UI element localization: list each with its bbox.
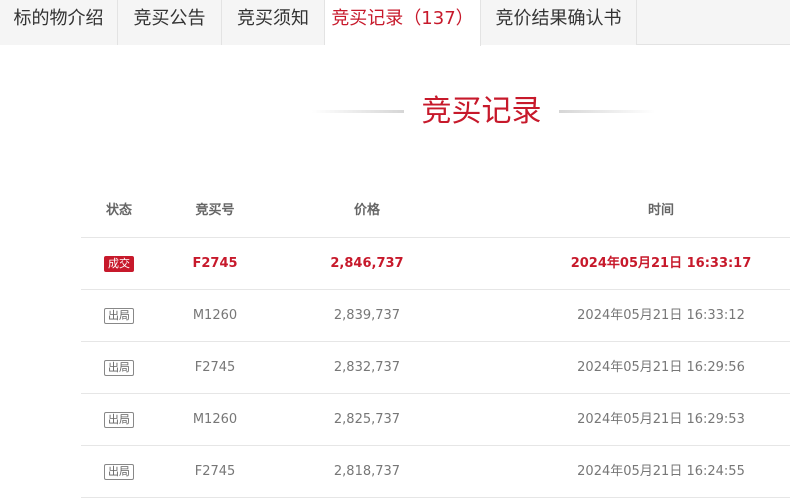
- tab-label: 竞买记录: [331, 8, 404, 29]
- tab-announcement[interactable]: 竞买公告: [118, 0, 222, 45]
- heading-divider-left: [312, 110, 404, 113]
- price-cell: 2,839,737: [333, 308, 401, 323]
- header-time: 时间: [647, 203, 674, 218]
- table-row: 出局 F2745 2,832,737 2024年05月21日 16:29:56: [81, 342, 790, 394]
- status-badge: 出局: [104, 463, 134, 480]
- time-cell: 2024年05月21日 16:33:12: [577, 308, 745, 323]
- header-price: 价格: [353, 203, 380, 218]
- table-row: 出局 F2745 2,818,737 2024年05月21日 16:24:55: [81, 446, 790, 498]
- tab-label: 竞买公告: [133, 8, 206, 29]
- status-cell: 成交: [81, 238, 157, 290]
- time-cell: 2024年05月21日 16:33:17: [570, 256, 752, 271]
- bid-number-cell: F2745: [192, 256, 238, 271]
- tab-bid-records[interactable]: 竞买记录（137）: [325, 0, 481, 46]
- bid-number-cell: M1260: [192, 412, 238, 427]
- status-badge: 出局: [104, 411, 134, 428]
- price-cell: 2,818,737: [333, 464, 401, 479]
- bid-number-cell: F2745: [194, 464, 236, 479]
- tab-label: 竞买须知: [237, 8, 309, 29]
- table-row: 成交 F2745 2,846,737 2024年05月21日 16:33:17: [81, 238, 790, 290]
- status-cell: 出局: [81, 446, 157, 498]
- status-cell: 出局: [81, 394, 157, 446]
- status-badge: 出局: [104, 307, 134, 324]
- tab-count: （137）: [403, 8, 474, 29]
- bid-number-cell: F2745: [194, 360, 236, 375]
- section-heading: 竞买记录: [0, 92, 790, 132]
- table-row: 出局 M1260 2,825,737 2024年05月21日 16:29:53: [81, 394, 790, 446]
- status-cell: 出局: [81, 342, 157, 394]
- status-badge: 出局: [104, 359, 134, 376]
- time-cell: 2024年05月21日 16:29:53: [577, 412, 745, 427]
- time-cell: 2024年05月21日 16:29:56: [577, 360, 745, 375]
- table-row: 出局 M1260 2,839,737 2024年05月21日 16:33:12: [81, 290, 790, 342]
- tab-bar: 标的物介绍 竞买公告 竞买须知 竞买记录（137） 竞价结果确认书: [0, 0, 790, 46]
- time-cell: 2024年05月21日 16:24:55: [577, 464, 745, 479]
- tab-label: 竞价结果确认书: [495, 8, 622, 29]
- header-status: 状态: [105, 203, 132, 218]
- tab-bidding-rules[interactable]: 竞买须知: [222, 0, 325, 45]
- tab-result-confirmation[interactable]: 竞价结果确认书: [481, 0, 637, 45]
- section-title: 竞买记录: [421, 94, 542, 129]
- tab-label: 标的物介绍: [13, 8, 104, 29]
- price-cell: 2,832,737: [333, 360, 401, 375]
- price-cell: 2,825,737: [333, 412, 401, 427]
- status-cell: 出局: [81, 290, 157, 342]
- heading-divider-right: [559, 110, 655, 113]
- status-badge: 成交: [104, 255, 134, 272]
- header-bid-number: 竞买号: [195, 203, 235, 218]
- price-cell: 2,846,737: [330, 256, 404, 271]
- tab-item-intro[interactable]: 标的物介绍: [0, 0, 118, 45]
- bid-records-table: 状态 竞买号 价格 时间 成交 F2745 2,846,737 2024年05月…: [81, 186, 790, 498]
- bid-number-cell: M1260: [192, 308, 238, 323]
- table-header: 状态 竞买号 价格 时间: [81, 186, 790, 238]
